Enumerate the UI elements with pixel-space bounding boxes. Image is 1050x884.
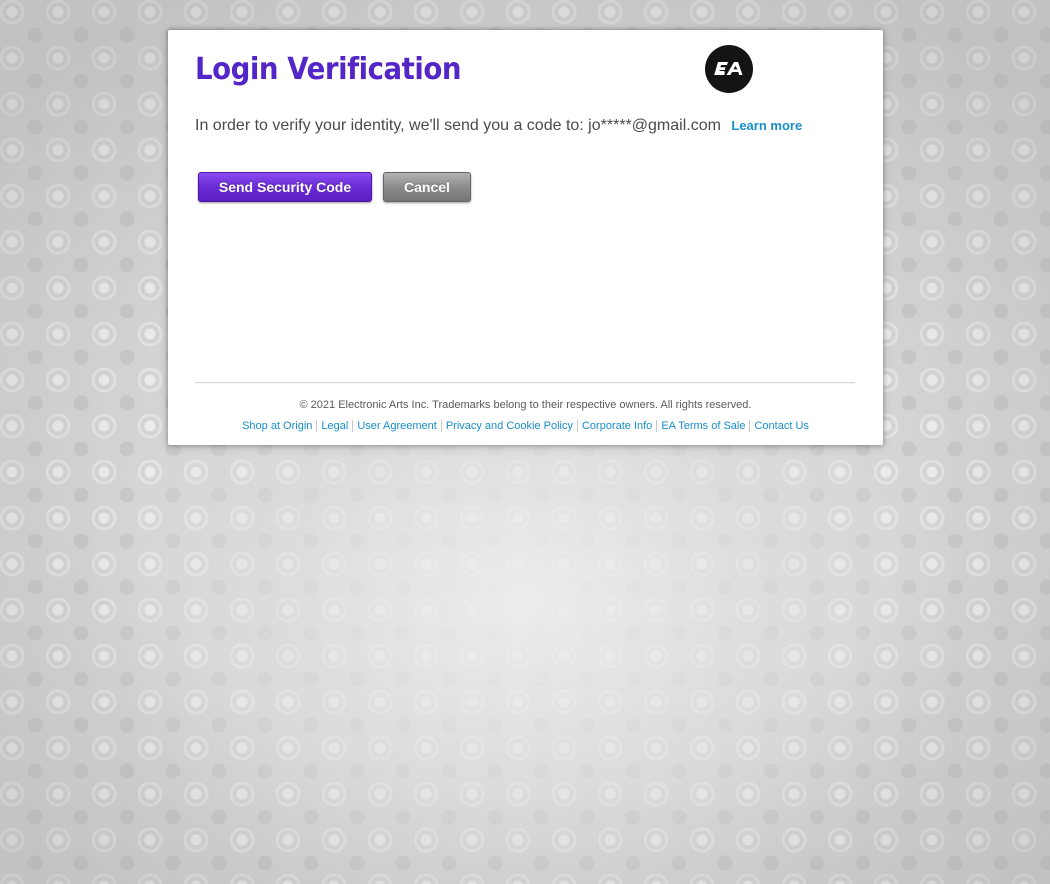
cancel-button[interactable]: Cancel <box>383 172 471 202</box>
login-verification-panel: Login Verification In order to verify yo… <box>168 30 883 445</box>
footer-link-user-agreement[interactable]: User Agreement <box>352 420 440 432</box>
copyright-text: © 2021 Electronic Arts Inc. Trademarks b… <box>299 399 752 411</box>
learn-more-link[interactable]: Learn more <box>731 118 802 133</box>
ea-logo-icon <box>705 45 753 93</box>
verification-text: In order to verify your identity, we'll … <box>195 117 721 134</box>
page-title: Login Verification <box>195 52 462 87</box>
footer-link-corporate-info[interactable]: Corporate Info <box>576 420 656 432</box>
footer-links: Shop at Origin Legal User Agreement Priv… <box>168 420 883 432</box>
footer-link-ea-terms-of-sale[interactable]: EA Terms of Sale <box>656 420 749 432</box>
page-background: { "page": { "title": "Login Verification… <box>0 0 1050 884</box>
footer-link-privacy-cookie-policy[interactable]: Privacy and Cookie Policy <box>440 420 577 432</box>
footer-link-contact-us[interactable]: Contact Us <box>749 420 812 432</box>
send-security-code-button[interactable]: Send Security Code <box>198 172 372 202</box>
footer-divider <box>195 382 855 384</box>
footer-link-shop-at-origin[interactable]: Shop at Origin <box>238 420 316 432</box>
footer-link-legal[interactable]: Legal <box>316 420 352 432</box>
verification-message: In order to verify your identity, we'll … <box>195 117 802 135</box>
